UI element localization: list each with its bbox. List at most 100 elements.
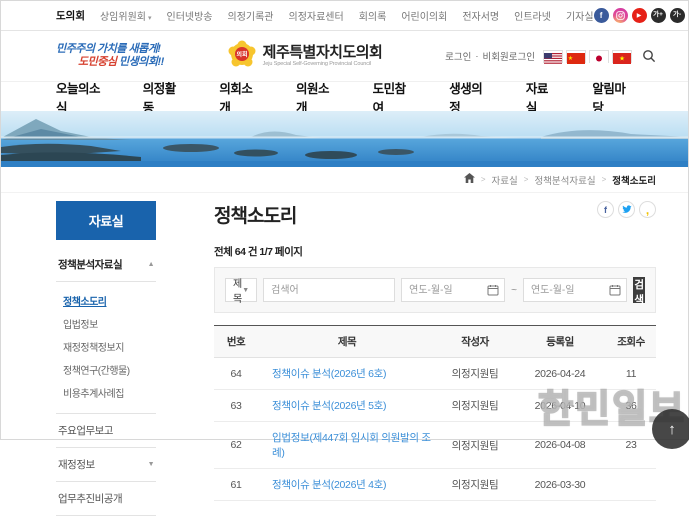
top-link-e-signature[interactable]: 전자서명 bbox=[462, 8, 499, 23]
search-filter-bar: 제목 ▼ ~ 검색 bbox=[214, 267, 656, 313]
font-decrease-icon[interactable]: 가- bbox=[670, 8, 685, 23]
main-navigation: 오늘의소식 의정활동 의회소개 의원소개 도민참여 생생의정 자료실 알림마당 bbox=[1, 81, 688, 111]
content-area: 자료실 정책분석자료실 ▲ 정책소도리 입법정보 재정정책정보지 정책연구(간행… bbox=[1, 193, 688, 516]
top-link-minutes[interactable]: 회의록 bbox=[359, 8, 387, 23]
search-category-select[interactable]: 제목 ▼ bbox=[225, 278, 257, 302]
calendar-icon[interactable] bbox=[487, 283, 499, 301]
cell-views: 11 bbox=[606, 358, 656, 390]
nav-citizen-participation[interactable]: 도민참여 bbox=[373, 78, 414, 116]
cell-author: 의정지원팀 bbox=[436, 469, 514, 501]
cell-title: 입법정보(제447회 임시회 의원발의 조례) bbox=[258, 422, 436, 469]
col-header-no: 번호 bbox=[214, 326, 258, 358]
flag-vietnam-icon[interactable]: ★ bbox=[612, 50, 632, 63]
home-icon[interactable] bbox=[464, 173, 475, 186]
flag-usa-icon[interactable] bbox=[543, 50, 563, 63]
breadcrumb-data-room[interactable]: 자료실 bbox=[492, 173, 518, 187]
nav-members-intro[interactable]: 의원소개 bbox=[296, 78, 337, 116]
language-flags: ★ ★ bbox=[543, 50, 632, 63]
flag-japan-icon[interactable] bbox=[589, 50, 609, 63]
date-range-separator: ~ bbox=[511, 285, 517, 296]
cell-views: 23 bbox=[606, 422, 656, 469]
sidebar-item-fiscal-policy-journal[interactable]: 재정정책정보지 bbox=[63, 335, 154, 358]
nav-notice-board[interactable]: 알림마당 bbox=[592, 78, 633, 116]
date-from-wrap bbox=[401, 278, 505, 302]
top-link-records[interactable]: 의정기록관 bbox=[228, 8, 274, 23]
top-link-intranet[interactable]: 인트라넷 bbox=[514, 8, 551, 23]
sidebar-submenu: 정책소도리 입법정보 재정정책정보지 정책연구(간행물) 비용추계사례집 bbox=[56, 282, 156, 414]
cell-author: 의정지원팀 bbox=[436, 390, 514, 422]
share-kakao-icon[interactable]: , bbox=[639, 201, 656, 218]
nav-today-news[interactable]: 오늘의소식 bbox=[56, 78, 107, 116]
sidebar-item-policy-sodori[interactable]: 정책소도리 bbox=[63, 289, 154, 312]
search-button[interactable]: 검색 bbox=[633, 277, 645, 303]
calendar-icon[interactable] bbox=[609, 283, 621, 301]
sidebar-title: 자료실 bbox=[56, 201, 156, 240]
sidebar-section-major-work-report[interactable]: 주요업무보고 bbox=[56, 414, 156, 448]
cell-views bbox=[606, 469, 656, 501]
col-header-views: 조회수 bbox=[606, 326, 656, 358]
slogan: 민주주의 가치를 새롭게! 도민중심 민생의회!! bbox=[56, 43, 164, 68]
page-title: 정책소도리 bbox=[214, 201, 296, 228]
logo-subtitle: Jeju Special Self-Governing Provincial C… bbox=[263, 61, 383, 67]
nav-data-room[interactable]: 자료실 bbox=[526, 78, 556, 116]
nav-live-council[interactable]: 생생의정 bbox=[449, 78, 490, 116]
page: 도의회 상임위원회▾ 인터넷방송 의정기록관 의정자료센터 회의록 어린이의회 … bbox=[1, 1, 688, 439]
search-icon[interactable] bbox=[640, 47, 658, 65]
youtube-icon[interactable]: ▶ bbox=[632, 8, 647, 23]
breadcrumb-separator: > bbox=[602, 175, 607, 184]
nav-council-activity[interactable]: 의정활동 bbox=[143, 78, 184, 116]
post-link[interactable]: 정책이슈 분석(2026년 5호) bbox=[272, 400, 386, 412]
guest-login-link[interactable]: 비회원로그인 bbox=[483, 49, 535, 63]
header-utilities: 로그인 · 비회원로그인 ★ ★ bbox=[445, 47, 658, 65]
post-link[interactable]: 정책이슈 분석(2026년 6호) bbox=[272, 368, 386, 380]
cell-no: 62 bbox=[214, 422, 258, 469]
top-link-committees[interactable]: 상임위원회▾ bbox=[100, 8, 152, 23]
svg-text:의회: 의회 bbox=[236, 50, 247, 58]
search-keyword-input[interactable] bbox=[263, 278, 395, 302]
date-to-wrap bbox=[523, 278, 627, 302]
sidebar-section-expense-disclosure[interactable]: 업무추진비공개 bbox=[56, 482, 156, 516]
share-facebook-icon[interactable]: f bbox=[597, 201, 614, 218]
table-row: 61 정책이슈 분석(2026년 4호) 의정지원팀 2026-03-30 bbox=[214, 469, 656, 501]
table-row: 64 정책이슈 분석(2026년 6호) 의정지원팀 2026-04-24 11 bbox=[214, 358, 656, 390]
post-link[interactable]: 입법정보(제447회 임시회 의원발의 조례) bbox=[272, 432, 431, 459]
sidebar-item-policy-research[interactable]: 정책연구(간행물) bbox=[63, 358, 154, 381]
sidebar-section-policy-analysis[interactable]: 정책분석자료실 ▲ bbox=[56, 248, 156, 282]
result-count: 전체 64 건 1/7 페이지 bbox=[214, 244, 656, 259]
share-twitter-icon[interactable] bbox=[618, 201, 635, 218]
post-link[interactable]: 정책이슈 분석(2026년 4호) bbox=[272, 479, 386, 491]
site-logo[interactable]: 의회 제주특별자치도의회 Jeju Special Self-Governing… bbox=[227, 39, 383, 74]
top-link-press-room[interactable]: 기자실 bbox=[566, 8, 594, 23]
scroll-to-top-button[interactable]: ↑ bbox=[652, 409, 689, 449]
breadcrumb-bar: > 자료실 > 정책분석자료실 > 정책소도리 bbox=[1, 167, 688, 193]
cell-title: 정책이슈 분석(2026년 5호) bbox=[258, 390, 436, 422]
svg-text:★: ★ bbox=[619, 55, 625, 62]
logo-title: 제주특별자치도의회 bbox=[263, 45, 383, 62]
cell-no: 61 bbox=[214, 469, 258, 501]
slogan-line1: 민주주의 가치를 새롭게! bbox=[56, 43, 164, 56]
sidebar-section-fiscal-info[interactable]: 재정정보 ▼ bbox=[56, 448, 156, 482]
cell-author: 의정지원팀 bbox=[436, 358, 514, 390]
nav-council-intro[interactable]: 의회소개 bbox=[219, 78, 260, 116]
instagram-icon[interactable] bbox=[613, 8, 628, 23]
cell-title: 정책이슈 분석(2026년 4호) bbox=[258, 469, 436, 501]
facebook-icon[interactable]: f bbox=[594, 8, 609, 23]
table-row: 62 입법정보(제447회 임시회 의원발의 조례) 의정지원팀 2026-04… bbox=[214, 422, 656, 469]
sidebar-item-cost-estimation-cases[interactable]: 비용추계사례집 bbox=[63, 381, 154, 404]
top-link-broadcast[interactable]: 인터넷방송 bbox=[167, 8, 213, 23]
top-link-council[interactable]: 도의회 bbox=[56, 8, 85, 23]
breadcrumb-policy-analysis[interactable]: 정책분석자료실 bbox=[534, 173, 595, 187]
flag-china-icon[interactable]: ★ bbox=[566, 50, 586, 63]
sidebar: 자료실 정책분석자료실 ▲ 정책소도리 입법정보 재정정책정보지 정책연구(간행… bbox=[56, 201, 156, 516]
login-link[interactable]: 로그인 bbox=[445, 49, 471, 63]
sidebar-item-legislation-info[interactable]: 입법정보 bbox=[63, 312, 154, 335]
site-header: 민주주의 가치를 새롭게! 도민중심 민생의회!! 의회 bbox=[1, 31, 688, 81]
cell-date: 2026-04-08 bbox=[514, 422, 606, 469]
login-separator: · bbox=[475, 51, 478, 62]
top-link-children-council[interactable]: 어린이의회 bbox=[401, 8, 447, 23]
breadcrumb-current-page: 정책소도리 bbox=[612, 173, 656, 187]
logo-text: 제주특별자치도의회 Jeju Special Self-Governing Pr… bbox=[263, 45, 383, 68]
breadcrumb-separator: > bbox=[481, 175, 486, 184]
top-link-data-center[interactable]: 의정자료센터 bbox=[289, 8, 344, 23]
font-increase-icon[interactable]: 가+ bbox=[651, 8, 666, 23]
